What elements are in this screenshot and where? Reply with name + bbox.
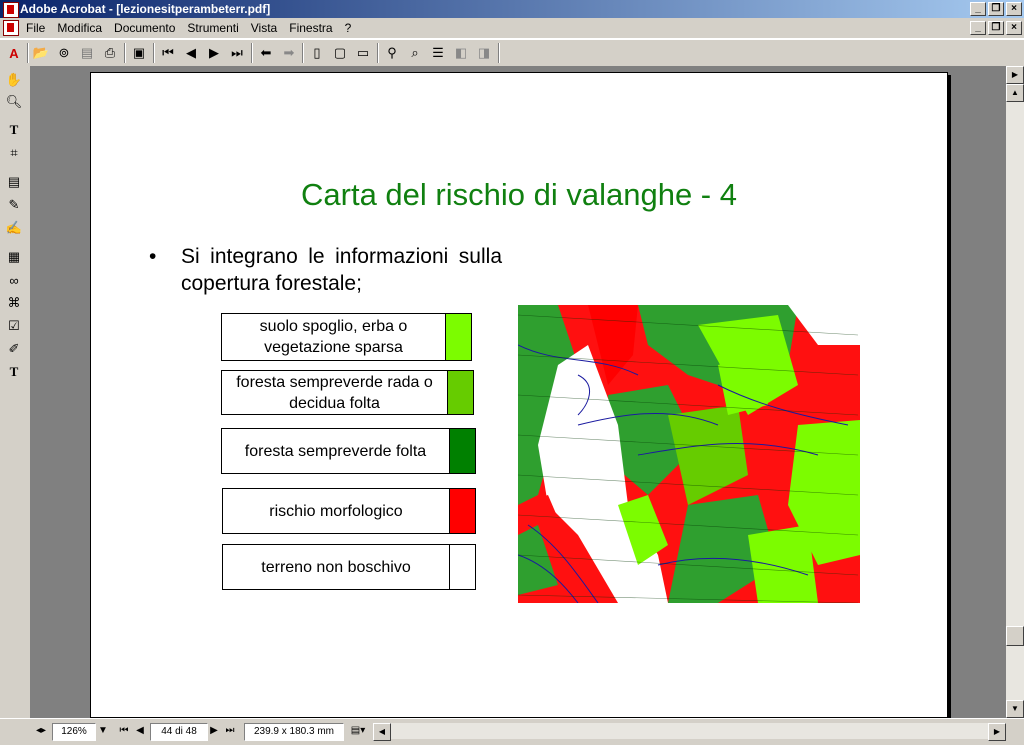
pdf-page: Carta del rischio di valanghe - 4 • Si i…	[90, 72, 948, 718]
pencil-icon[interactable]: ✎	[4, 195, 24, 215]
menu-finestra[interactable]: Finestra	[283, 18, 338, 38]
horizontal-scrollbar[interactable]: ◀ ▶	[373, 723, 1006, 741]
actual-size-icon[interactable]: ▯	[307, 43, 327, 63]
menu-vista[interactable]: Vista	[245, 18, 283, 38]
print-icon[interactable]: ⎙	[100, 43, 120, 63]
first-page-status-icon[interactable]: ⏮	[118, 723, 130, 739]
legend-item: rischio morfologico	[222, 488, 476, 534]
window-title: Adobe Acrobat - [lezionesitperambeterr.p…	[20, 2, 271, 16]
acrobat-search-icon[interactable]: ⊚	[54, 43, 74, 63]
legend-label: foresta sempreverde rada o decidua folta	[222, 371, 448, 414]
legend-item: foresta sempreverde folta	[221, 428, 476, 474]
vertical-scrollbar[interactable]: ▶ ▲ ▼	[1006, 66, 1024, 718]
highlight-icon[interactable]: ✍	[4, 218, 24, 238]
legend-label: foresta sempreverde folta	[222, 429, 450, 473]
legend-swatch	[450, 489, 475, 533]
bullet-text: Si integrano le informazioni sulla coper…	[181, 245, 502, 295]
page-layout-icon[interactable]: ▤▾	[348, 723, 368, 739]
next-page-status-icon[interactable]: ▶	[208, 723, 220, 739]
search-results-icon[interactable]: ☰	[428, 43, 448, 63]
title-bar: Adobe Acrobat - [lezionesitperambeterr.p…	[0, 0, 1024, 18]
doc-restore-button[interactable]: ❐	[988, 21, 1004, 35]
search-icon[interactable]: ⌕	[405, 43, 425, 63]
legend-label: suolo spoglio, erba o vegetazione sparsa	[222, 314, 446, 360]
page-size-display: 239.9 x 180.3 mm	[244, 723, 344, 741]
avalanche-risk-map	[518, 305, 860, 603]
first-page-icon[interactable]: ⏮	[158, 43, 178, 63]
note-icon[interactable]: ▤	[4, 172, 24, 192]
crop-icon[interactable]: ⌗	[4, 143, 24, 163]
document-icon[interactable]	[3, 20, 19, 36]
legend-swatch	[450, 545, 475, 589]
go-forward-icon[interactable]: ➡	[279, 43, 299, 63]
scroll-up-icon[interactable]: ▲	[1006, 84, 1024, 102]
prev-highlight-icon[interactable]: ◧	[451, 43, 471, 63]
zoom-dropdown-icon[interactable]: ▼	[96, 723, 110, 739]
slide-title: Carta del rischio di valanghe - 4	[301, 177, 737, 212]
menu-bar: File Modifica Documento Strumenti Vista …	[0, 18, 1024, 39]
menu-documento[interactable]: Documento	[108, 18, 181, 38]
doc-close-button[interactable]: ×	[1006, 21, 1022, 35]
go-back-icon[interactable]: ⬅	[256, 43, 276, 63]
last-page-icon[interactable]: ⏭	[227, 43, 247, 63]
close-button[interactable]: ×	[1006, 2, 1022, 16]
scroll-thumb[interactable]	[1006, 626, 1024, 646]
acrobat-icon[interactable]: A	[4, 43, 24, 63]
doc-minimize-button[interactable]: _	[970, 21, 986, 35]
zoom-icon[interactable]: 🔍︎	[4, 92, 24, 112]
article-icon[interactable]: ⌘	[4, 293, 24, 313]
hand-icon[interactable]: ✋	[4, 70, 24, 90]
thumbnails-icon[interactable]: ▣	[129, 43, 149, 63]
zoom-field[interactable]: 126%	[52, 723, 96, 741]
touchup-text-icon[interactable]: T	[4, 362, 24, 382]
movie-icon[interactable]: ▦	[4, 247, 24, 267]
restore-button[interactable]: ❐	[988, 2, 1004, 16]
next-highlight-icon[interactable]: ◨	[474, 43, 494, 63]
legend-label: terreno non boschivo	[223, 545, 450, 589]
minimize-button[interactable]: _	[970, 2, 986, 16]
scroll-right-icon[interactable]: ▶	[1006, 66, 1024, 84]
legend-item: suolo spoglio, erba o vegetazione sparsa	[221, 313, 472, 361]
document-view[interactable]: Carta del rischio di valanghe - 4 • Si i…	[31, 66, 1006, 718]
open-icon[interactable]: 📂	[31, 43, 51, 63]
prev-page-status-icon[interactable]: ◀	[134, 723, 146, 739]
save-icon[interactable]: ▤	[77, 43, 97, 63]
bullet-mark: •	[149, 245, 157, 268]
form-icon[interactable]: ☑	[4, 316, 24, 336]
tool-palette: ✋ 🔍︎ T ⌗ ▤ ✎ ✍ ▦ ∞ ⌘ ☑ ✐ T	[0, 66, 31, 718]
last-page-status-icon[interactable]: ⏭	[224, 723, 236, 739]
menu-help[interactable]: ?	[339, 18, 358, 38]
menu-file[interactable]: File	[20, 18, 51, 38]
status-bar: ◂▸ 126% ▼ ⏮ ◀ 44 di 48 ▶ ⏭ 239.9 x 180.3…	[0, 718, 1024, 745]
fit-page-icon[interactable]: ▢	[330, 43, 350, 63]
legend-item: foresta sempreverde rada o decidua folta	[221, 370, 474, 415]
fit-width-icon[interactable]: ▭	[353, 43, 373, 63]
scroll-right-bottom-icon[interactable]: ▶	[988, 723, 1006, 741]
legend-swatch	[450, 429, 475, 473]
legend-label: rischio morfologico	[223, 489, 450, 533]
scroll-left-icon[interactable]: ◀	[373, 723, 391, 741]
page-number-field[interactable]: 44 di 48	[150, 723, 208, 741]
legend-swatch	[448, 371, 473, 414]
split-handle-icon[interactable]: ◂▸	[36, 723, 48, 739]
find-icon[interactable]: ⚲	[382, 43, 402, 63]
menu-modifica[interactable]: Modifica	[51, 18, 108, 38]
legend-item: terreno non boschivo	[222, 544, 476, 590]
menu-strumenti[interactable]: Strumenti	[181, 18, 244, 38]
scroll-down-icon[interactable]: ▼	[1006, 700, 1024, 718]
next-page-icon[interactable]: ▶	[204, 43, 224, 63]
touchup-icon[interactable]: ✐	[4, 339, 24, 359]
text-select-icon[interactable]: T	[4, 120, 24, 140]
prev-page-icon[interactable]: ◀	[181, 43, 201, 63]
legend-swatch	[446, 314, 471, 360]
toolbar: A 📂 ⊚ ▤ ⎙ ▣ ⏮ ◀ ▶ ⏭ ⬅ ➡ ▯ ▢ ▭ ⚲ ⌕ ☰ ◧ ◨	[0, 39, 1024, 67]
acrobat-app-icon[interactable]	[3, 2, 19, 18]
link-icon[interactable]: ∞	[4, 270, 24, 290]
